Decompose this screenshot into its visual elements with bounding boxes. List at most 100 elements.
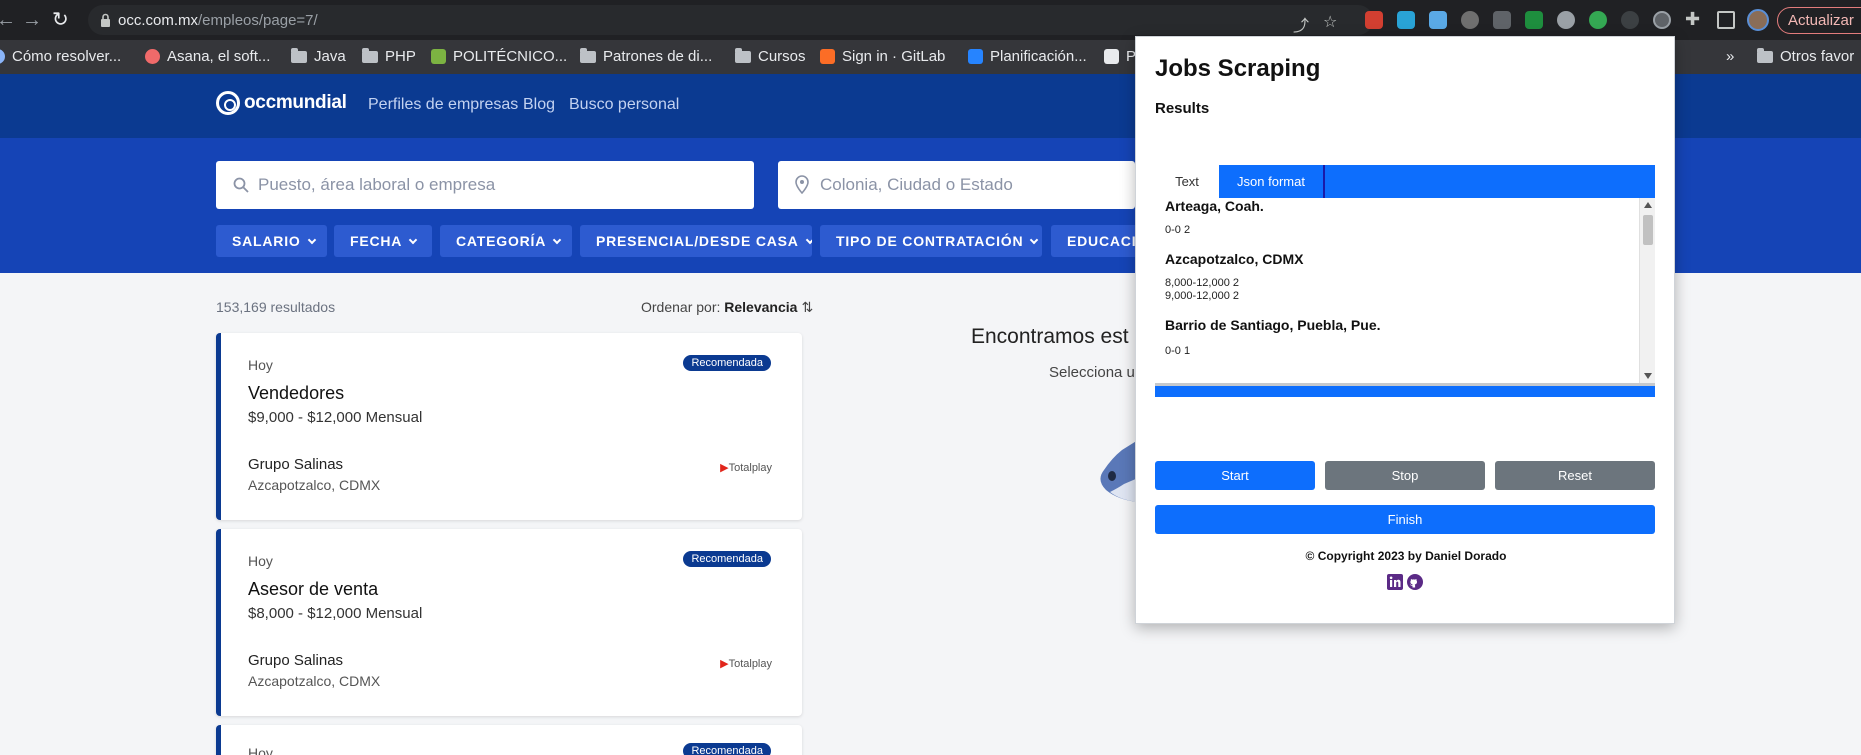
other-bookmarks-folder[interactable]: Otros favor bbox=[1757, 47, 1854, 65]
browser-toolbar: ← → ↻ occ.com.mx/empleos/page=7/ ⤴ ☆ ✚ A… bbox=[0, 0, 1861, 40]
filter-contratacion[interactable]: TIPO DE CONTRATACIÓN bbox=[820, 225, 1042, 257]
results-textarea[interactable]: Arteaga, Coah. 0-0 2 Azcapotzalco, CDMX … bbox=[1155, 198, 1655, 386]
job-salary: $8,000 - $12,000 Mensual bbox=[248, 605, 423, 622]
side-panel-icon[interactable] bbox=[1717, 11, 1735, 29]
bookmark-folder[interactable]: Java bbox=[291, 47, 346, 65]
chevron-down-icon bbox=[552, 235, 562, 245]
empty-state-subtitle: Selecciona u bbox=[1049, 364, 1135, 381]
result-value: 8,000-12,000 2 bbox=[1165, 277, 1240, 289]
asana-icon bbox=[145, 49, 160, 64]
sort-control[interactable]: Ordenar por: Relevancia ⇅ bbox=[641, 299, 813, 316]
bookmark-item[interactable]: Asana, el soft... bbox=[145, 48, 270, 65]
bookmark-item[interactable]: POLITÉCNICO... bbox=[431, 48, 567, 65]
extension-tools-icon[interactable] bbox=[1429, 11, 1447, 29]
job-card[interactable]: Hoy Recomendada Asesor de venta $8,000 -… bbox=[216, 529, 802, 716]
location-input[interactable]: Colonia, Ciudad o Estado bbox=[778, 161, 1135, 209]
result-location: Barrio de Santiago, Puebla, Pue. bbox=[1165, 317, 1381, 333]
location-pin-icon bbox=[795, 175, 809, 194]
share-icon[interactable]: ⤴ bbox=[1293, 12, 1309, 36]
extension-red-icon[interactable] bbox=[1365, 11, 1383, 29]
extension-grey-icon[interactable] bbox=[1557, 11, 1575, 29]
empty-state-title: Encontramos est bbox=[971, 325, 1129, 348]
results-scrollbar[interactable] bbox=[1639, 198, 1655, 383]
result-location: Azcapotzalco, CDMX bbox=[1165, 251, 1304, 267]
back-arrow-icon[interactable]: ← bbox=[0, 8, 16, 32]
folder-icon bbox=[362, 47, 378, 63]
linkedin-icon[interactable] bbox=[1387, 574, 1403, 590]
finish-button[interactable]: Finish bbox=[1155, 505, 1655, 534]
extension-download-icon[interactable] bbox=[1525, 11, 1543, 29]
bookmark-item[interactable]: P bbox=[1104, 48, 1136, 65]
scroll-thumb[interactable] bbox=[1643, 215, 1653, 245]
result-value: 0-0 2 bbox=[1165, 224, 1191, 236]
forward-arrow-icon[interactable]: → bbox=[22, 8, 42, 32]
puzzle-extensions-icon[interactable]: ✚ bbox=[1685, 9, 1700, 30]
bookmark-folder[interactable]: Cursos bbox=[735, 47, 806, 65]
search-placeholder: Puesto, área laboral o empresa bbox=[258, 175, 496, 194]
results-list: Arteaga, Coah. 0-0 2 Azcapotzalco, CDMX … bbox=[1165, 198, 1635, 358]
tab-json-format[interactable]: Json format bbox=[1219, 165, 1325, 198]
recommended-badge: Recomendada bbox=[683, 551, 771, 567]
nav-link-blog[interactable]: Blog bbox=[523, 96, 555, 114]
globe-icon bbox=[0, 49, 5, 64]
job-date: Hoy bbox=[248, 553, 273, 569]
result-value: 0-0 1 bbox=[1165, 345, 1191, 357]
stop-button[interactable]: Stop bbox=[1325, 461, 1485, 490]
job-company[interactable]: Grupo Salinas bbox=[248, 652, 343, 669]
filter-categoria[interactable]: CATEGORÍA bbox=[440, 225, 572, 257]
company-logo: ▶Totalplay bbox=[720, 462, 772, 474]
avatar[interactable] bbox=[1747, 9, 1769, 31]
lock-icon bbox=[101, 13, 110, 27]
bookmark-folder[interactable]: PHP bbox=[362, 47, 416, 65]
bookmark-star-icon[interactable]: ☆ bbox=[1323, 12, 1337, 32]
recommended-badge: Recomendada bbox=[683, 355, 771, 371]
filter-modalidad[interactable]: PRESENCIAL/DESDE CASA bbox=[580, 225, 812, 257]
filter-educacion[interactable]: EDUCACIÓ bbox=[1051, 225, 1135, 257]
bookmark-folder[interactable]: Patrones de di... bbox=[580, 47, 712, 65]
nav-link-companies[interactable]: Perfiles de empresas bbox=[368, 96, 518, 114]
occmundial-logo[interactable]: occmundial bbox=[216, 91, 347, 115]
scroll-up-icon[interactable] bbox=[1644, 202, 1652, 208]
bookmarks-overflow-icon[interactable]: » bbox=[1726, 48, 1734, 65]
extension-dark-icon[interactable] bbox=[1621, 11, 1639, 29]
address-bar[interactable]: occ.com.mx/empleos/page=7/ ⤴ ☆ bbox=[88, 5, 1373, 35]
extension-recycle-icon[interactable] bbox=[1493, 11, 1511, 29]
reset-button[interactable]: Reset bbox=[1495, 461, 1655, 490]
job-card[interactable]: Hoy Recomendada Vendedores $9,000 - $12,… bbox=[216, 333, 802, 520]
location-placeholder: Colonia, Ciudad o Estado bbox=[820, 175, 1013, 194]
nav-link-hiring[interactable]: Busco personal bbox=[569, 96, 679, 114]
job-search-input[interactable]: Puesto, área laboral o empresa bbox=[216, 161, 754, 209]
popup-title: Jobs Scraping bbox=[1155, 55, 1321, 82]
result-tabs: Text Json format bbox=[1155, 165, 1655, 198]
job-title: Asesor de venta bbox=[248, 579, 379, 599]
filter-salario[interactable]: SALARIO bbox=[216, 225, 327, 257]
folder-icon bbox=[735, 47, 751, 63]
bookmark-item[interactable]: Sign in · GitLab bbox=[820, 48, 945, 65]
start-button[interactable]: Start bbox=[1155, 461, 1315, 490]
chevron-down-icon bbox=[805, 235, 812, 245]
result-location: Arteaga, Coah. bbox=[1165, 198, 1264, 214]
filter-fecha[interactable]: FECHA bbox=[334, 225, 432, 257]
extension-blue-icon[interactable] bbox=[1397, 11, 1415, 29]
update-button[interactable]: Actualizar bbox=[1777, 7, 1861, 34]
results-count: 153,169 resultados bbox=[216, 299, 336, 315]
bookmark-item[interactable]: Planificación... bbox=[968, 48, 1087, 65]
job-card[interactable]: Hoy Recomendada bbox=[216, 725, 802, 755]
github-icon[interactable] bbox=[1407, 574, 1423, 590]
reload-icon[interactable]: ↻ bbox=[52, 8, 69, 32]
extension-green-icon[interactable] bbox=[1589, 11, 1607, 29]
job-date: Hoy bbox=[248, 357, 273, 373]
bookmark-item[interactable]: Cómo resolver... bbox=[0, 48, 121, 65]
search-icon bbox=[233, 177, 249, 193]
progress-bar bbox=[1155, 386, 1655, 397]
job-company[interactable]: Grupo Salinas bbox=[248, 456, 343, 473]
results-heading: Results bbox=[1155, 100, 1210, 117]
job-location: Azcapotzalco, CDMX bbox=[248, 477, 381, 493]
job-salary: $9,000 - $12,000 Mensual bbox=[248, 409, 423, 426]
extension-active-icon[interactable] bbox=[1653, 11, 1671, 29]
site-icon bbox=[431, 49, 446, 64]
scroll-down-icon[interactable] bbox=[1644, 373, 1652, 379]
extension-gear-icon[interactable] bbox=[1461, 11, 1479, 29]
url-text: occ.com.mx/empleos/page=7/ bbox=[118, 12, 318, 29]
tab-text[interactable]: Text bbox=[1155, 165, 1219, 198]
